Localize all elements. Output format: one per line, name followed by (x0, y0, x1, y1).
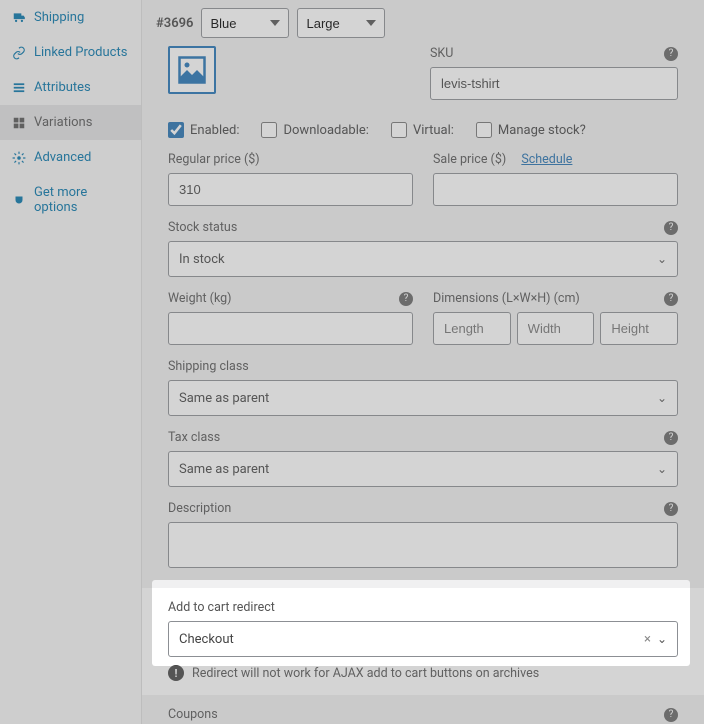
help-icon[interactable]: ? (664, 502, 678, 516)
height-input[interactable] (600, 312, 678, 345)
sale-price-label: Sale price ($) Schedule (433, 152, 678, 167)
virtual-checkbox[interactable]: Virtual: (391, 122, 454, 138)
sidebar-item-advanced[interactable]: Advanced (0, 140, 141, 175)
product-data-sidebar: Shipping Linked Products Attributes Vari… (0, 0, 142, 724)
sku-input[interactable] (430, 67, 678, 100)
tax-class-select[interactable]: Same as parent⌄ (168, 451, 678, 487)
stock-status-label: Stock status? (168, 220, 678, 235)
enabled-checkbox[interactable]: Enabled: (168, 122, 239, 138)
highlight-cutout (152, 580, 690, 666)
sidebar-item-more[interactable]: Get more options (0, 175, 141, 225)
sidebar-item-attributes[interactable]: Attributes (0, 70, 141, 105)
length-input[interactable] (433, 312, 511, 345)
sidebar-label: Shipping (34, 10, 84, 25)
chevron-down-icon: ⌄ (657, 252, 667, 266)
downloadable-checkbox[interactable]: Downloadable: (261, 122, 368, 138)
help-icon[interactable]: ? (664, 431, 678, 445)
dimensions-label: Dimensions (L×W×H) (cm)? (433, 291, 678, 306)
help-icon[interactable]: ? (664, 47, 678, 61)
sidebar-label: Get more options (34, 185, 129, 215)
sidebar-label: Attributes (34, 80, 91, 95)
coupons-label: Coupons? (168, 707, 678, 722)
regular-price-label: Regular price ($) (168, 152, 413, 167)
warning-icon: ! (168, 665, 184, 681)
schedule-link[interactable]: Schedule (521, 152, 572, 167)
link-icon (12, 46, 26, 60)
redirect-warning: ! Redirect will not work for AJAX add to… (168, 665, 678, 681)
stock-status-select[interactable]: In stock⌄ (168, 241, 678, 277)
regular-price-input[interactable] (168, 173, 413, 206)
chevron-down-icon: ⌄ (657, 391, 667, 405)
tax-class-label: Tax class? (168, 430, 678, 445)
sidebar-item-variations[interactable]: Variations (0, 105, 141, 140)
help-icon[interactable]: ? (664, 708, 678, 722)
width-input[interactable] (517, 312, 595, 345)
sku-label: SKU? (430, 46, 678, 61)
description-label: Description? (168, 501, 678, 516)
list-icon (12, 81, 26, 95)
weight-label: Weight (kg)? (168, 291, 413, 306)
shipping-class-select[interactable]: Same as parent⌄ (168, 380, 678, 416)
grid-icon (12, 116, 26, 130)
help-icon[interactable]: ? (399, 292, 413, 306)
attribute-select-1[interactable]: Blue (201, 8, 289, 38)
shipping-class-label: Shipping class (168, 359, 678, 374)
truck-icon (12, 11, 26, 25)
chevron-down-icon: ⌄ (657, 462, 667, 476)
variation-id: #3696 (156, 16, 193, 31)
variation-image-thumb[interactable] (168, 46, 216, 94)
sidebar-item-linked[interactable]: Linked Products (0, 35, 141, 70)
sidebar-label: Linked Products (34, 45, 127, 60)
plugin-icon (12, 193, 26, 207)
gear-icon (12, 151, 26, 165)
variation-header: #3696 Blue Large (142, 0, 704, 46)
sale-price-input[interactable] (433, 173, 678, 206)
help-icon[interactable]: ? (664, 292, 678, 306)
weight-input[interactable] (168, 312, 413, 345)
sidebar-label: Variations (34, 115, 92, 130)
help-icon[interactable]: ? (664, 221, 678, 235)
manage-stock-checkbox[interactable]: Manage stock? (476, 122, 586, 138)
description-textarea[interactable] (168, 522, 678, 568)
sidebar-item-shipping[interactable]: Shipping (0, 0, 141, 35)
sidebar-label: Advanced (34, 150, 91, 165)
attribute-select-2[interactable]: Large (297, 8, 385, 38)
